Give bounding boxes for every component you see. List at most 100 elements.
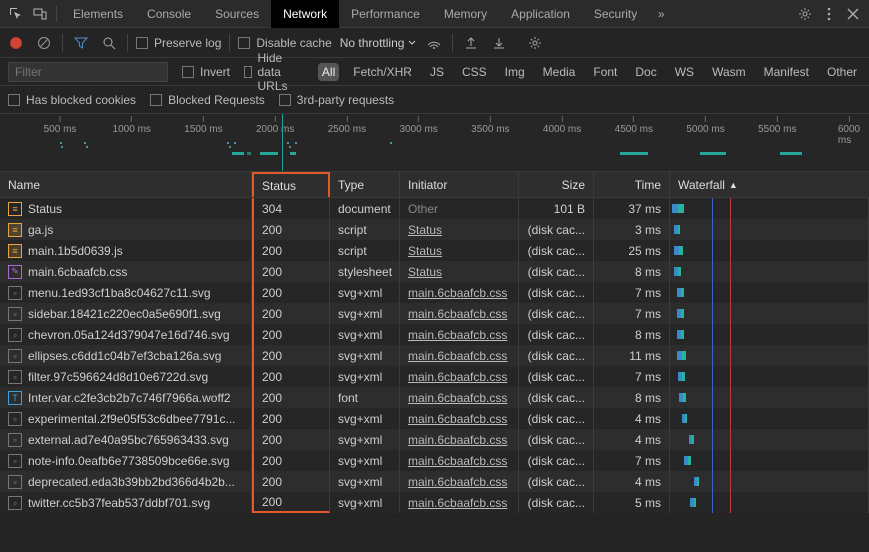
kebab-menu-icon[interactable] bbox=[817, 2, 841, 26]
table-row[interactable]: ✎main.6cbaafcb.css200stylesheetStatus(di… bbox=[0, 261, 869, 282]
close-icon[interactable] bbox=[841, 2, 865, 26]
cell-initiator[interactable]: main.6cbaafcb.css bbox=[400, 387, 519, 408]
filter-type-ws[interactable]: WS bbox=[671, 63, 698, 81]
table-row[interactable]: ▫chevron.05a124d379047e16d746.svg200svg+… bbox=[0, 324, 869, 345]
table-row[interactable]: ▫sidebar.18421c220ec0a5e690f1.svg200svg+… bbox=[0, 303, 869, 324]
cell-initiator[interactable]: main.6cbaafcb.css bbox=[400, 345, 519, 366]
filter-icon[interactable] bbox=[71, 33, 91, 53]
waterfall-overview[interactable]: 500 ms1000 ms1500 ms2000 ms2500 ms3000 m… bbox=[0, 114, 869, 172]
cell-initiator[interactable]: main.6cbaafcb.css bbox=[400, 324, 519, 345]
invert-label: Invert bbox=[200, 65, 230, 79]
cell-size: (disk cac... bbox=[519, 450, 594, 471]
table-row[interactable]: ▫twitter.cc5b37feab537ddbf701.svg200svg+… bbox=[0, 492, 869, 513]
cell-time: 4 ms bbox=[594, 429, 670, 450]
settings-gear-icon[interactable] bbox=[793, 2, 817, 26]
cell-time: 25 ms bbox=[594, 240, 670, 261]
cell-initiator[interactable]: main.6cbaafcb.css bbox=[400, 471, 519, 492]
tab-sources[interactable]: Sources bbox=[203, 0, 271, 28]
cell-status: 200 bbox=[252, 408, 330, 429]
cell-type: svg+xml bbox=[330, 282, 400, 303]
tab-performance[interactable]: Performance bbox=[339, 0, 432, 28]
export-har-icon[interactable] bbox=[489, 33, 509, 53]
device-mode-icon[interactable] bbox=[28, 2, 52, 26]
invert-checkbox[interactable]: Invert bbox=[182, 65, 230, 79]
network-toolbar: Preserve log Disable cache No throttling bbox=[0, 28, 869, 58]
tab-memory[interactable]: Memory bbox=[432, 0, 499, 28]
table-row[interactable]: ▫menu.1ed93cf1ba8c04627c11.svg200svg+xml… bbox=[0, 282, 869, 303]
col-status[interactable]: Status bbox=[252, 172, 330, 197]
table-row[interactable]: ≡main.1b5d0639.js200scriptStatus(disk ca… bbox=[0, 240, 869, 261]
cell-initiator[interactable]: main.6cbaafcb.css bbox=[400, 408, 519, 429]
network-conditions-icon[interactable] bbox=[424, 33, 444, 53]
cell-initiator[interactable]: main.6cbaafcb.css bbox=[400, 492, 519, 513]
hide-data-urls-checkbox[interactable]: Hide data URLs bbox=[244, 51, 304, 93]
inspect-icon[interactable] bbox=[4, 2, 28, 26]
table-row[interactable]: ▫filter.97c596624d8d10e6722d.svg200svg+x… bbox=[0, 366, 869, 387]
cell-initiator[interactable]: Status bbox=[400, 240, 519, 261]
import-har-icon[interactable] bbox=[461, 33, 481, 53]
col-time[interactable]: Time bbox=[594, 172, 670, 197]
img-file-icon: ▫ bbox=[8, 496, 22, 510]
throttling-select[interactable]: No throttling bbox=[340, 36, 417, 50]
filter-type-manifest[interactable]: Manifest bbox=[760, 63, 813, 81]
font-file-icon: T bbox=[8, 391, 22, 405]
cell-status: 200 bbox=[252, 282, 330, 303]
cell-size: (disk cac... bbox=[519, 240, 594, 261]
blocked-requests-checkbox[interactable]: Blocked Requests bbox=[150, 93, 265, 107]
col-initiator[interactable]: Initiator bbox=[400, 172, 519, 197]
cell-waterfall bbox=[670, 282, 869, 303]
col-waterfall[interactable]: Waterfall▲ bbox=[670, 172, 869, 197]
cell-time: 11 ms bbox=[594, 345, 670, 366]
tab-elements[interactable]: Elements bbox=[61, 0, 135, 28]
filter-type-all[interactable]: All bbox=[318, 63, 339, 81]
tab-network[interactable]: Network bbox=[271, 0, 339, 28]
cell-initiator[interactable]: Status bbox=[400, 261, 519, 282]
filter-type-js[interactable]: JS bbox=[426, 63, 448, 81]
col-name[interactable]: Name bbox=[0, 172, 252, 197]
filter-type-wasm[interactable]: Wasm bbox=[708, 63, 750, 81]
third-party-checkbox[interactable]: 3rd-party requests bbox=[279, 93, 394, 107]
more-tabs-icon[interactable]: » bbox=[649, 2, 673, 26]
cell-type: script bbox=[330, 219, 400, 240]
filter-input[interactable] bbox=[8, 62, 168, 82]
cell-initiator[interactable]: main.6cbaafcb.css bbox=[400, 429, 519, 450]
filter-type-media[interactable]: Media bbox=[539, 63, 580, 81]
tab-application[interactable]: Application bbox=[499, 0, 582, 28]
col-size[interactable]: Size bbox=[519, 172, 594, 197]
cell-type: script bbox=[330, 240, 400, 261]
table-row[interactable]: ≡Status304documentOther101 B37 ms bbox=[0, 198, 869, 219]
filter-type-css[interactable]: CSS bbox=[458, 63, 491, 81]
file-name: deprecated.eda3b39bb2bd366d4b2b... bbox=[28, 475, 235, 489]
cell-initiator[interactable]: main.6cbaafcb.css bbox=[400, 450, 519, 471]
disable-cache-checkbox[interactable]: Disable cache bbox=[238, 36, 331, 50]
filter-type-fetch-xhr[interactable]: Fetch/XHR bbox=[349, 63, 416, 81]
table-row[interactable]: ▫note-info.0eafb6e7738509bce66e.svg200sv… bbox=[0, 450, 869, 471]
filter-type-img[interactable]: Img bbox=[501, 63, 529, 81]
filter-type-doc[interactable]: Doc bbox=[631, 63, 660, 81]
cell-initiator[interactable]: main.6cbaafcb.css bbox=[400, 282, 519, 303]
filter-type-font[interactable]: Font bbox=[589, 63, 621, 81]
table-row[interactable]: ▫deprecated.eda3b39bb2bd366d4b2b...200sv… bbox=[0, 471, 869, 492]
record-button[interactable] bbox=[6, 33, 26, 53]
clear-icon[interactable] bbox=[34, 33, 54, 53]
cell-initiator[interactable]: main.6cbaafcb.css bbox=[400, 303, 519, 324]
cell-initiator[interactable]: main.6cbaafcb.css bbox=[400, 366, 519, 387]
img-file-icon: ▫ bbox=[8, 412, 22, 426]
blocked-cookies-checkbox[interactable]: Has blocked cookies bbox=[8, 93, 136, 107]
file-name: sidebar.18421c220ec0a5e690f1.svg bbox=[28, 307, 221, 321]
network-settings-gear-icon[interactable] bbox=[525, 33, 545, 53]
table-row[interactable]: ▫experimental.2f9e05f53c6dbee7791c...200… bbox=[0, 408, 869, 429]
tab-console[interactable]: Console bbox=[135, 0, 203, 28]
cell-initiator[interactable]: Status bbox=[400, 219, 519, 240]
search-icon[interactable] bbox=[99, 33, 119, 53]
table-row[interactable]: TInter.var.c2fe3cb2b7c746f7966a.woff2200… bbox=[0, 387, 869, 408]
col-type[interactable]: Type bbox=[330, 172, 400, 197]
preserve-log-checkbox[interactable]: Preserve log bbox=[136, 36, 221, 50]
timeline-tick: 4500 ms bbox=[615, 116, 653, 135]
filter-type-other[interactable]: Other bbox=[823, 63, 861, 81]
tab-security[interactable]: Security bbox=[582, 0, 649, 28]
file-name: filter.97c596624d8d10e6722d.svg bbox=[28, 370, 208, 384]
table-row[interactable]: ≡ga.js200scriptStatus(disk cac...3 ms bbox=[0, 219, 869, 240]
table-row[interactable]: ▫external.ad7e40a95bc765963433.svg200svg… bbox=[0, 429, 869, 450]
table-row[interactable]: ▫ellipses.c6dd1c04b7ef3cba126a.svg200svg… bbox=[0, 345, 869, 366]
